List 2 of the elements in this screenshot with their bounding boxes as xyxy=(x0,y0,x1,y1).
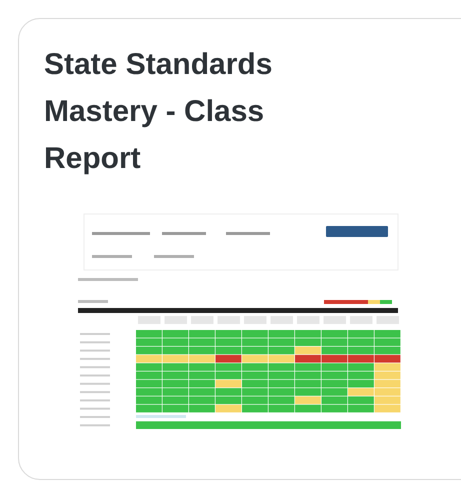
report-card[interactable]: State Standards Mastery - Class Report xyxy=(18,18,461,480)
card-title: State Standards Mastery - Class Report xyxy=(44,47,274,177)
